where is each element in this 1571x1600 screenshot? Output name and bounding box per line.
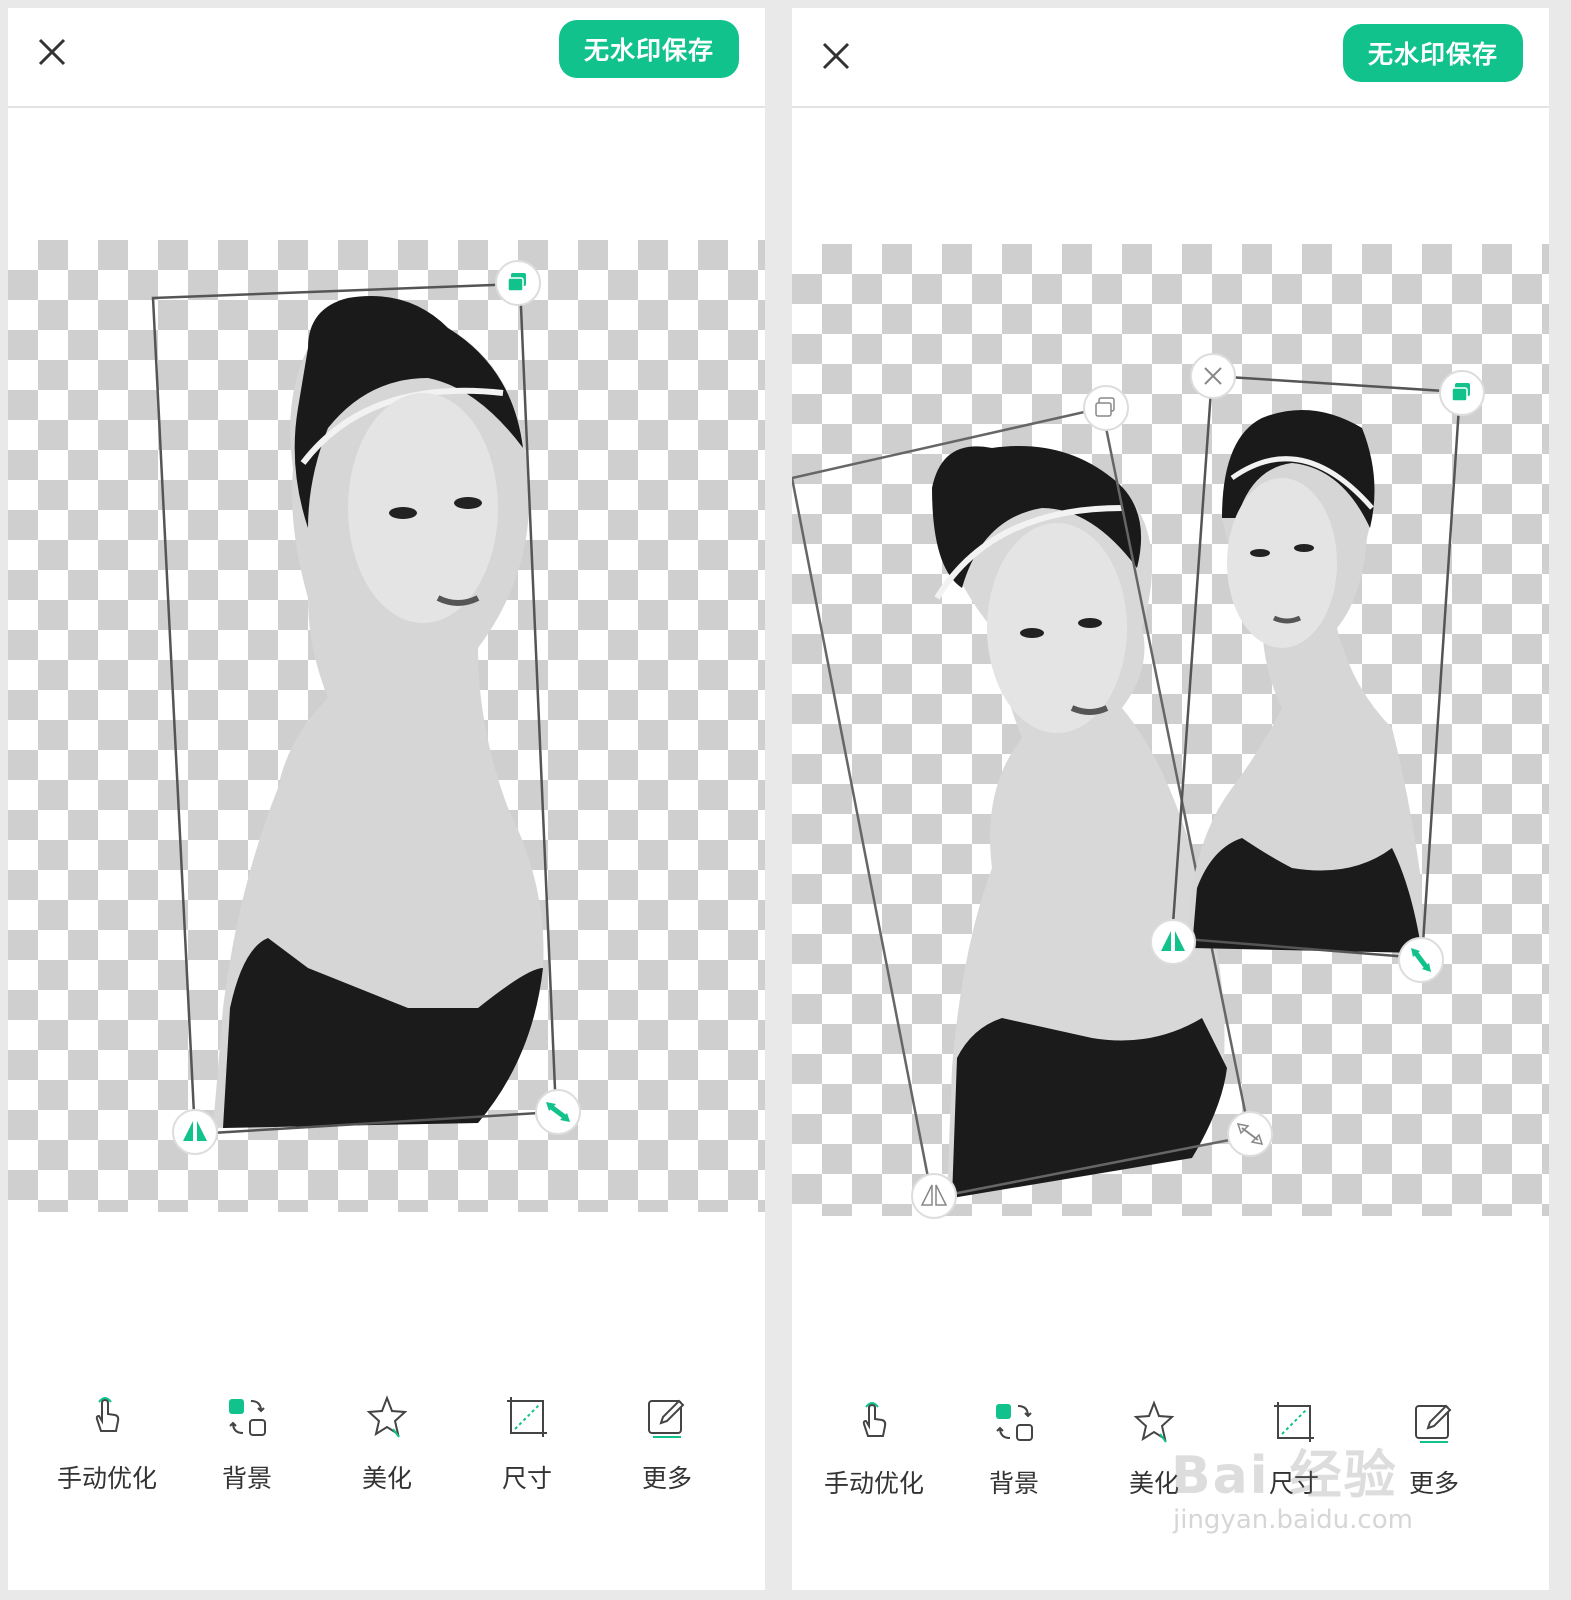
- duplicate-layer-icon[interactable]: [1083, 385, 1129, 431]
- flip-mirror-icon[interactable]: [911, 1173, 957, 1219]
- tool-label: 背景: [221, 1464, 272, 1493]
- tool-manual-refine[interactable]: 手动优化: [37, 1393, 177, 1513]
- scale-rotate-icon[interactable]: [535, 1089, 581, 1135]
- edit-more-icon: [1415, 1404, 1452, 1443]
- portrait-cutout[interactable]: [213, 296, 544, 1128]
- duplicate-layer-icon[interactable]: [1439, 370, 1485, 416]
- portrait-cutout-copy[interactable]: [1187, 410, 1422, 953]
- tool-label: 美化: [1128, 1469, 1179, 1498]
- scale-rotate-icon[interactable]: [1398, 937, 1444, 983]
- hand-tap-icon: [862, 1402, 887, 1437]
- star-beautify-icon: [366, 1395, 408, 1438]
- editor-screen-left: 无水印保存 手动优化 背景 美化 尺寸 更多: [8, 8, 765, 1590]
- crop-size-icon: [507, 1397, 547, 1437]
- tool-background[interactable]: 背景: [944, 1398, 1084, 1518]
- editor-screen-right: 无水印保存 手动优化 背景 美化 尺寸 更多 Bai 经验 jingyan.ba…: [792, 8, 1549, 1590]
- tool-label: 美化: [361, 1464, 412, 1493]
- tool-label: 更多: [641, 1464, 692, 1493]
- tool-label: 更多: [1408, 1469, 1459, 1498]
- tool-label: 手动优化: [823, 1469, 924, 1498]
- portrait-cutout[interactable]: [932, 446, 1227, 1198]
- bottom-toolbar: 手动优化 背景 美化 尺寸 更多: [8, 1393, 765, 1523]
- tool-label: 尺寸: [1268, 1469, 1319, 1498]
- tool-label: 手动优化: [56, 1464, 157, 1493]
- background-swap-icon: [996, 1404, 1033, 1441]
- star-beautify-icon: [1133, 1400, 1175, 1443]
- flip-mirror-icon[interactable]: [1150, 919, 1196, 965]
- canvas-overlay: [792, 353, 1485, 1219]
- scale-rotate-icon[interactable]: [1227, 1111, 1273, 1157]
- tool-more[interactable]: 更多: [1364, 1398, 1504, 1518]
- tool-size[interactable]: 尺寸: [457, 1393, 597, 1513]
- bottom-toolbar: 手动优化 背景 美化 尺寸 更多: [792, 1398, 1549, 1528]
- tool-manual-refine[interactable]: 手动优化: [804, 1398, 944, 1518]
- edit-more-icon: [648, 1399, 685, 1438]
- hand-tap-icon: [95, 1397, 120, 1432]
- tool-label: 尺寸: [501, 1464, 552, 1493]
- tool-beautify[interactable]: 美化: [1084, 1398, 1224, 1518]
- tool-more[interactable]: 更多: [597, 1393, 737, 1513]
- crop-size-icon: [1274, 1402, 1314, 1442]
- tool-size[interactable]: 尺寸: [1224, 1398, 1364, 1518]
- canvas-overlay: [151, 260, 581, 1155]
- background-swap-icon: [229, 1399, 266, 1436]
- flip-mirror-icon[interactable]: [172, 1109, 218, 1155]
- tool-background[interactable]: 背景: [177, 1393, 317, 1513]
- delete-layer-icon[interactable]: [1190, 353, 1236, 399]
- duplicate-layer-icon[interactable]: [495, 260, 541, 306]
- tool-label: 背景: [988, 1469, 1039, 1498]
- tool-beautify[interactable]: 美化: [317, 1393, 457, 1513]
